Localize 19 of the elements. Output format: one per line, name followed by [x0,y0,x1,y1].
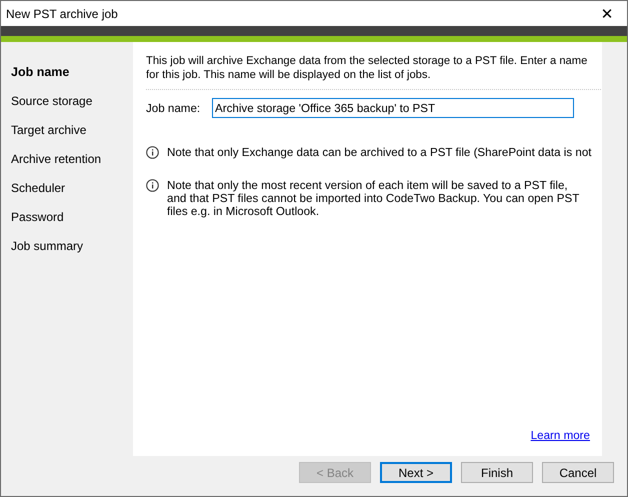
description-text: This job will archive Exchange data from the selected storage to a PST file. Enter a name for this job. This name will be displayed on the list of jobs. [146,54,601,90]
note-text: Note that only Exchange data can be archived to a PST file (SharePoint data is not [167,146,592,159]
wizard-button[interactable]: Next > [380,462,452,483]
sidebar-item[interactable]: Job name [1,64,133,93]
job-name-label: Job name: [146,102,202,114]
learn-more-link[interactable]: Learn more [530,429,590,442]
job-name-field[interactable]: Archive storage 'Office 365 backup' to PST [212,98,574,118]
info-icon [146,179,159,192]
wizard-button[interactable]: Finish [461,462,533,483]
sidebar-item[interactable]: Target archive [1,122,133,151]
sidebar-item[interactable]: Source storage [1,93,133,122]
info-icon [146,146,159,159]
window-title: New PST archive job [6,6,118,20]
wizard-button[interactable]: Cancel [542,462,614,483]
sidebar-item[interactable]: Scheduler [1,180,133,209]
sidebar-item[interactable]: Archive retention [1,151,133,180]
sidebar-item[interactable]: Job summary [1,238,133,267]
sidebar-item[interactable]: Password [1,209,133,238]
note-text: Note that only the most recent version of each item will be saved to a PST file, and that PST files cannot be imported into CodeTwo Backup. You can open PST files e.g. in Microsoft Outlook. [167,179,580,218]
